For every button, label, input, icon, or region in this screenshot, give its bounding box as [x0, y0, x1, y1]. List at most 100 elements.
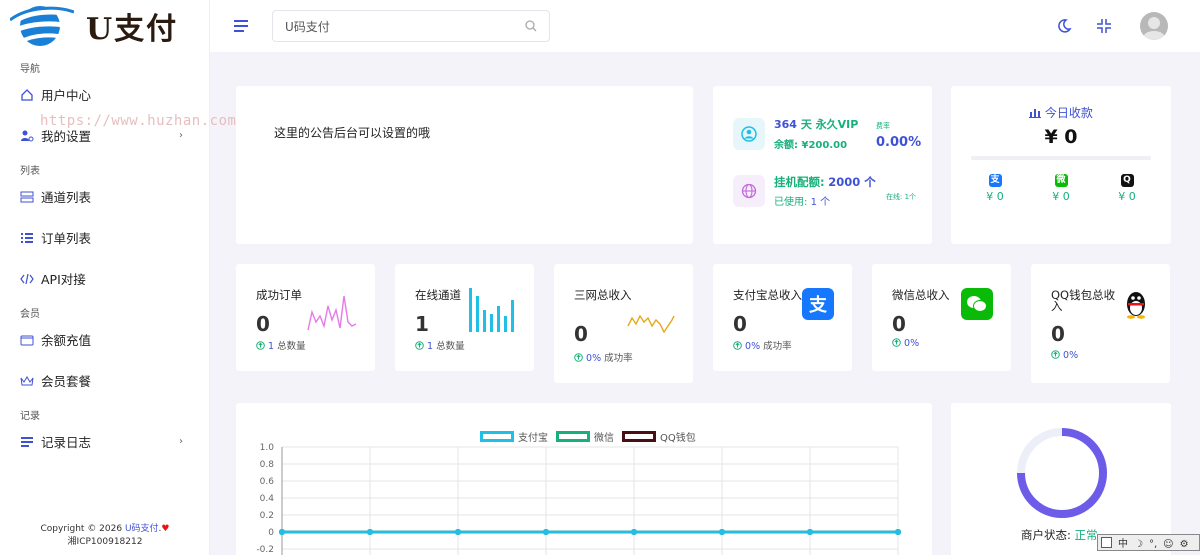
stat-value: 1 — [415, 312, 429, 336]
stat-sub-number: 0% — [586, 353, 602, 364]
qq-icon: Q — [1120, 174, 1134, 187]
stat-sub-text: 成功率 — [763, 341, 792, 352]
data-point[interactable] — [807, 529, 813, 535]
stat-sub-text: 总数量 — [436, 341, 465, 352]
server-icon — [20, 190, 34, 204]
crown-icon — [20, 374, 34, 388]
arrow-up-circle-icon — [733, 341, 742, 350]
data-point[interactable] — [631, 529, 637, 535]
divider — [971, 156, 1151, 160]
data-point[interactable] — [279, 529, 285, 535]
sidebar: U支付 导航 用户中心 我的设置 › 列表 通道列表 订单列表 API对接 会员… — [0, 0, 210, 555]
stat-sub-number: 0% — [745, 341, 761, 352]
nav-item[interactable]: 用户中心 — [0, 74, 209, 115]
data-point[interactable] — [367, 529, 373, 535]
ime-item[interactable]: ☺ — [1163, 539, 1173, 550]
stat-card[interactable]: 微信总收入 0 0% — [872, 264, 1011, 371]
nav-item[interactable]: 余额充值 — [0, 319, 209, 360]
fullscreen-exit-icon[interactable] — [1096, 18, 1112, 34]
alipay-icon: 支 — [988, 174, 1002, 187]
nav-item[interactable]: 通道列表 — [0, 176, 209, 217]
stat-card[interactable]: 成功订单 0 1 总数量 — [236, 264, 375, 371]
used-value: 1 个 — [810, 197, 831, 208]
stat-card[interactable]: 在线通道 1 1 总数量 — [395, 264, 534, 371]
footer: Copyright © 2026 U码支付.♥ 湘ICP100918212 — [0, 523, 210, 549]
nav-item[interactable]: 我的设置 › — [0, 115, 209, 156]
nav-section-title: 列表 — [20, 166, 40, 177]
nav-item-label: 通道列表 — [41, 190, 92, 205]
ime-item[interactable]: 中 — [1118, 539, 1128, 550]
menu-toggle-icon[interactable] — [234, 20, 248, 32]
heart-icon: ♥ — [161, 524, 170, 534]
data-point[interactable] — [895, 529, 901, 535]
vip-level: 永久VIP — [815, 118, 859, 131]
today-channel-qq: Q ¥ 0 — [1107, 174, 1147, 203]
ime-toolbar[interactable]: 中 ☽ °, ☺ ⚙ — [1097, 534, 1200, 551]
search-icon[interactable] — [525, 20, 537, 32]
y-tick-label: 0.8 — [260, 460, 275, 470]
user-circle-icon — [733, 117, 765, 150]
today-channel-wechat: 微 ¥ 0 — [1041, 174, 1081, 203]
stat-value: 0 — [1051, 322, 1065, 346]
nav-item-label: API对接 — [41, 272, 86, 287]
qq-penguin-icon — [1120, 288, 1152, 320]
nav-item[interactable]: API对接 — [0, 258, 209, 299]
stat-card[interactable]: 三网总收入 0 0% 成功率 — [554, 264, 693, 383]
ime-item[interactable]: ⚙ — [1180, 539, 1189, 550]
online-label: 在线: 1个 — [886, 193, 917, 201]
stat-sub-number: 1 — [268, 341, 275, 352]
today-channel-value: ¥ 0 — [986, 190, 1004, 203]
y-tick-label: 0 — [268, 528, 274, 538]
stat-card[interactable]: 支付宝总收入 0 0% 成功率 支 — [713, 264, 852, 371]
today-amount: ¥ 0 — [1044, 126, 1078, 148]
icp-link[interactable]: 湘ICP100918212 — [0, 536, 210, 549]
wechat-icon: 微 — [1054, 174, 1068, 187]
home-icon — [20, 88, 34, 102]
code-icon — [20, 272, 34, 286]
alipay-icon: 支 — [802, 288, 834, 320]
stat-value: 0 — [256, 312, 270, 336]
avatar[interactable] — [1140, 12, 1168, 40]
nav-section-title: 记录 — [20, 411, 40, 422]
nav-item[interactable]: 记录日志 › — [0, 421, 209, 462]
logo-globe-icon — [10, 6, 74, 46]
notice-text: 这里的公告后台可以设置的哦 — [274, 126, 431, 140]
topbar: U码支付 — [210, 0, 1200, 52]
user-settings-icon — [20, 129, 34, 143]
logo[interactable]: U支付 — [0, 0, 209, 52]
merchant-status-label: 商户状态: — [1021, 528, 1071, 542]
globe-icon — [733, 175, 765, 207]
arrow-up-circle-icon — [574, 353, 583, 362]
vip-card: 364 天 永久VIP 余额: ¥200.00 费率 0.00% 挂机配额: 2… — [713, 86, 932, 244]
nav-item-label: 我的设置 — [41, 129, 92, 144]
nav-item-label: 订单列表 — [41, 231, 92, 246]
y-tick-label: 0.6 — [260, 477, 275, 487]
nav-item[interactable]: 会员套餐 — [0, 360, 209, 401]
rate-label: 费率 — [876, 122, 890, 130]
ime-item[interactable]: °, — [1149, 539, 1157, 550]
footer-brand-link[interactable]: U码支付 — [125, 524, 159, 534]
stat-title: QQ钱包总收入 — [1051, 288, 1116, 313]
stat-title: 微信总收入 — [892, 288, 950, 302]
stat-title: 支付宝总收入 — [733, 288, 802, 302]
bar-sparkline-icon — [469, 288, 514, 332]
y-tick-label: -0.2 — [256, 545, 274, 555]
status-ring — [1017, 428, 1107, 518]
stat-sub-text: 成功率 — [604, 353, 633, 364]
stat-sub-number: 0% — [1063, 350, 1079, 361]
ime-item[interactable]: ☽ — [1134, 539, 1143, 550]
moon-icon[interactable] — [1056, 18, 1072, 34]
data-point[interactable] — [455, 529, 461, 535]
today-title: 今日收款 — [951, 104, 1171, 121]
data-point[interactable] — [719, 529, 725, 535]
balance-label: 余额: — [774, 140, 798, 151]
search-input[interactable]: U码支付 — [272, 10, 550, 42]
stat-card[interactable]: QQ钱包总收入 0 0% — [1031, 264, 1170, 383]
brand-name: U支付 — [86, 12, 179, 47]
used-label: 已使用: — [774, 197, 808, 208]
data-point[interactable] — [543, 529, 549, 535]
nav-item[interactable]: 订单列表 — [0, 217, 209, 258]
y-tick-label: 0.4 — [260, 494, 275, 504]
copyright-text: Copyright © 2026 — [40, 524, 125, 534]
quota-label: 挂机配额: — [774, 175, 825, 189]
